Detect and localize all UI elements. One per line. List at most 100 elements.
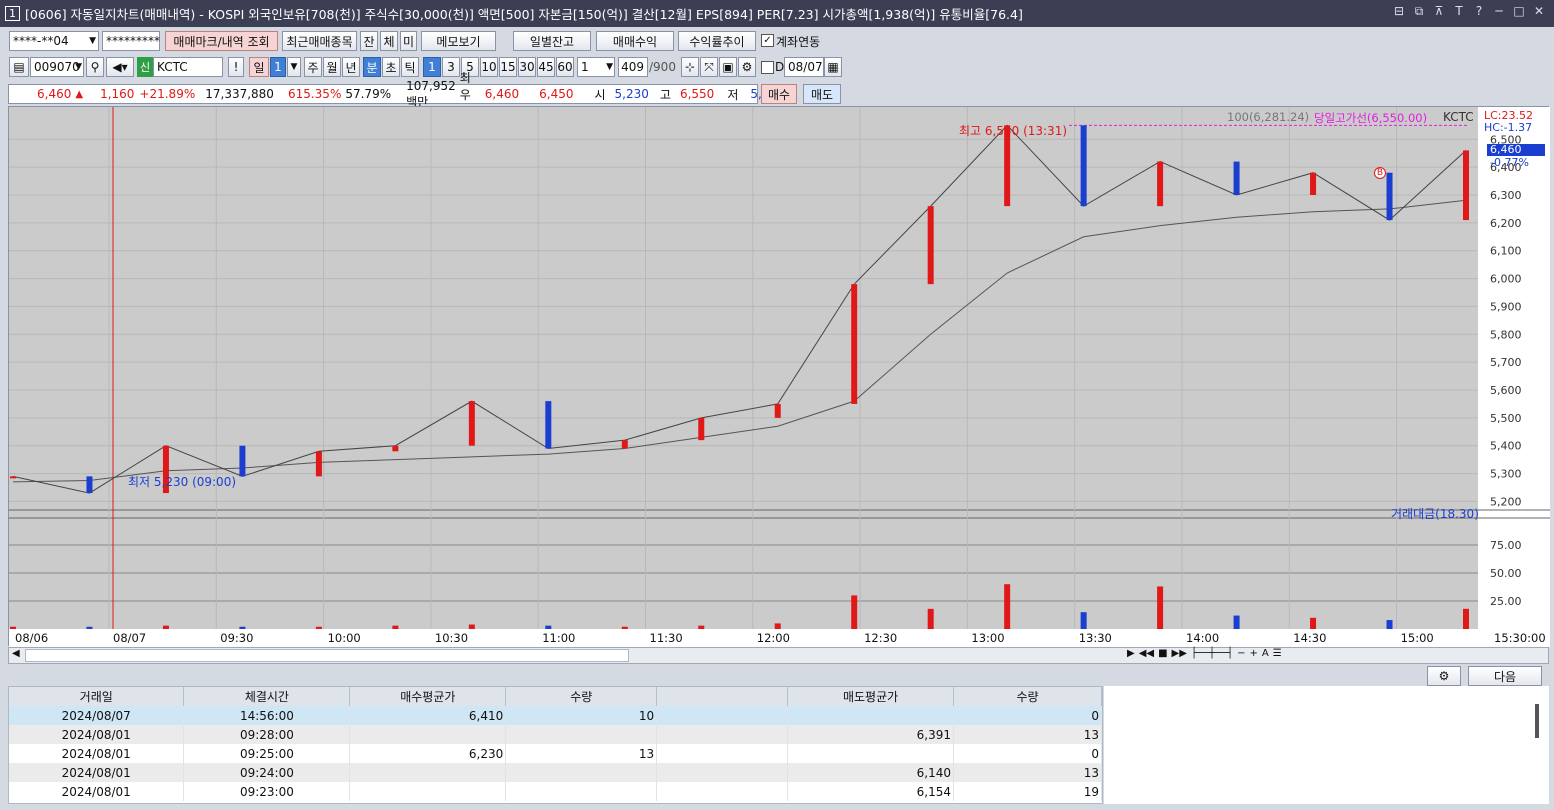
close-icon[interactable]: ✕: [1532, 4, 1546, 19]
maximize-icon[interactable]: □: [1512, 4, 1526, 19]
executed-button[interactable]: 체: [380, 31, 398, 51]
rewind-icon[interactable]: ◀◀: [1139, 648, 1154, 659]
settings-icon[interactable]: ☰: [1273, 648, 1282, 659]
sound-icon[interactable]: ◀▾: [106, 57, 134, 77]
table-row[interactable]: 2024/08/01 09:23:00 6,154 19: [9, 782, 1102, 801]
bars-input[interactable]: 409: [618, 57, 648, 77]
text-icon[interactable]: A: [1262, 648, 1269, 659]
count-select[interactable]: 1 ▼: [577, 57, 615, 77]
search-icon[interactable]: ⚲: [86, 57, 104, 77]
recent-items-button[interactable]: 최근매매종목: [282, 31, 357, 51]
chart-canvas[interactable]: 6,5006,4006,3006,2006,1006,0005,9005,800…: [9, 107, 1550, 647]
table-scroll-thumb[interactable]: [1535, 704, 1539, 738]
scroll-left-icon[interactable]: ◀: [12, 648, 20, 659]
col-sell-avg[interactable]: 매도평균가: [787, 687, 955, 706]
stock-name-field[interactable]: KCTC: [153, 57, 223, 77]
help-icon[interactable]: ?: [1472, 4, 1486, 19]
font-icon[interactable]: T: [1452, 4, 1466, 19]
date-checkbox-label: D: [775, 60, 785, 74]
account-link-checkbox[interactable]: ✓: [761, 34, 774, 47]
period-year[interactable]: 년: [342, 57, 360, 77]
pin-icon[interactable]: ⊼: [1432, 4, 1446, 19]
time-tick-label: 14:30: [1293, 631, 1326, 645]
zoom-out-icon[interactable]: −: [1237, 648, 1245, 659]
mark-history-button[interactable]: 매매마크/내역 조회: [165, 31, 278, 51]
password-field[interactable]: *********: [102, 31, 160, 51]
interval-3[interactable]: 3: [442, 57, 460, 77]
bars-max: /900: [649, 60, 676, 74]
cell: 10: [505, 706, 658, 725]
volume-bar: [392, 625, 399, 629]
return-trend-button[interactable]: 수익률추이: [678, 31, 756, 51]
play-icon[interactable]: ▶: [1127, 648, 1135, 659]
stock-code-input[interactable]: 009070 ▼: [30, 57, 84, 77]
cell: 19: [953, 782, 1102, 801]
cell: 09:23:00: [183, 782, 351, 801]
interval-15[interactable]: 15: [499, 57, 517, 77]
chart-panel[interactable]: 6,500 6,400 6,300 6,200 6,100 6,000 5,900 5,800…: [8, 106, 1550, 647]
table-row[interactable]: 2024/08/01 09:24:00 6,140 13: [9, 763, 1102, 782]
buy-button[interactable]: 매수: [761, 84, 797, 104]
price-candle: [86, 476, 93, 494]
period-second[interactable]: 초: [382, 57, 400, 77]
zoom-in-icon[interactable]: +: [1249, 648, 1257, 659]
calendar-icon[interactable]: ▦: [824, 57, 842, 77]
scroll-thumb[interactable]: [25, 649, 629, 662]
cell: [787, 744, 955, 763]
cell: [656, 744, 789, 763]
col-buy-qty[interactable]: 수량: [505, 687, 658, 706]
next-button[interactable]: 다음: [1468, 666, 1542, 686]
stock-search-icon[interactable]: ▤: [9, 57, 29, 77]
speed-slider[interactable]: ├──┼──┤: [1191, 648, 1233, 659]
time-tick-label: 15:30:00: [1494, 631, 1546, 645]
cell: [349, 782, 507, 801]
daily-balance-button[interactable]: 일별잔고: [513, 31, 591, 51]
volume-tick-label: 25.00: [1490, 595, 1522, 608]
date-input[interactable]: 08/07: [784, 57, 824, 77]
draw-icon[interactable]: ⤧: [700, 57, 718, 77]
memo-button[interactable]: 메모보기: [421, 31, 496, 51]
trade-profit-button[interactable]: 매매수익: [596, 31, 674, 51]
interval-60[interactable]: 60: [556, 57, 574, 77]
gear-icon[interactable]: ⚙: [738, 57, 756, 77]
col-date[interactable]: 거래일: [9, 687, 185, 706]
interval-1[interactable]: 1: [423, 57, 441, 77]
date-checkbox[interactable]: [761, 61, 774, 74]
period-week[interactable]: 주: [304, 57, 322, 77]
unexecuted-button[interactable]: 미: [400, 31, 417, 51]
save-icon[interactable]: ▣: [719, 57, 737, 77]
chart-scrollbar[interactable]: ◀ ▶ ◀◀ ■ ▶▶ ├──┼──┤ − + A ☰: [8, 647, 1549, 664]
interval-45[interactable]: 45: [537, 57, 555, 77]
balance-button[interactable]: 잔: [360, 31, 378, 51]
stop-icon[interactable]: ■: [1158, 648, 1167, 659]
alert-icon[interactable]: !: [228, 57, 244, 77]
period-month[interactable]: 월: [323, 57, 341, 77]
col-buy-avg[interactable]: 매수평균가: [349, 687, 507, 706]
volume-bar: [545, 625, 552, 629]
period-day[interactable]: 일: [249, 57, 269, 77]
period-minute[interactable]: 분: [363, 57, 381, 77]
minimize-icon[interactable]: ─: [1492, 4, 1506, 19]
chart-symbol: KCTC: [1443, 110, 1474, 124]
high-label: 고: [659, 87, 671, 102]
interval-10[interactable]: 10: [480, 57, 498, 77]
price-tick-label: 5,600: [1490, 384, 1522, 397]
period-tick[interactable]: 틱: [401, 57, 419, 77]
table-row[interactable]: 2024/08/01 09:25:00 6,230 13 0: [9, 744, 1102, 763]
copy-icon[interactable]: ⧉: [1412, 4, 1426, 19]
col-sell-qty[interactable]: 수량: [953, 687, 1102, 706]
table-row[interactable]: 2024/08/07 14:56:00 6,410 10 0: [9, 706, 1102, 725]
col-time[interactable]: 체결시간: [183, 687, 351, 706]
interval-30[interactable]: 30: [518, 57, 536, 77]
time-tick-label: 12:00: [757, 631, 790, 645]
link-icon[interactable]: ⊟: [1392, 4, 1406, 19]
chevron-down-icon[interactable]: ▼: [287, 57, 301, 77]
grid-settings-icon[interactable]: ⚙: [1427, 666, 1461, 686]
period-day-count[interactable]: 1: [270, 57, 286, 77]
account-select[interactable]: ****-**04 ▼: [9, 31, 99, 51]
forward-icon[interactable]: ▶▶: [1172, 648, 1187, 659]
crosshair-icon[interactable]: ⊹: [681, 57, 699, 77]
table-row[interactable]: 2024/08/01 09:28:00 6,391 13: [9, 725, 1102, 744]
cell: [349, 725, 507, 744]
sell-button[interactable]: 매도: [803, 84, 841, 104]
